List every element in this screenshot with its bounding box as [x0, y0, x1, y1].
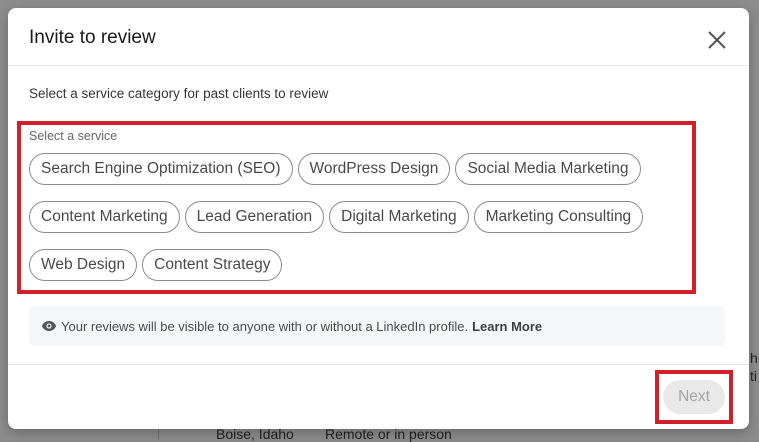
dialog-header: Invite to review	[8, 8, 749, 66]
dialog-title: Invite to review	[29, 27, 156, 48]
service-pill-marketing-consulting[interactable]: Marketing Consulting	[473, 201, 644, 233]
service-pill-web-design[interactable]: Web Design	[29, 249, 138, 281]
next-button[interactable]: Next	[663, 380, 725, 414]
service-pill-group: Search Engine Optimization (SEO) WordPre…	[29, 153, 689, 297]
background-divider	[158, 429, 159, 440]
service-pill-content-marketing[interactable]: Content Marketing	[29, 201, 180, 233]
service-pill-digital-marketing[interactable]: Digital Marketing	[329, 201, 469, 233]
dialog-footer	[8, 364, 749, 429]
pill-row: Content Marketing Lead Generation Digita…	[29, 201, 689, 233]
learn-more-link[interactable]: Learn More	[472, 319, 542, 334]
select-service-label: Select a service	[29, 129, 118, 143]
background-edge-text-1: h	[750, 350, 758, 366]
invite-to-review-dialog: Invite to review Select a service catego…	[8, 8, 749, 429]
service-pill-social-media-marketing[interactable]: Social Media Marketing	[455, 153, 641, 185]
close-button[interactable]	[702, 25, 732, 55]
service-pill-content-strategy[interactable]: Content Strategy	[142, 249, 283, 281]
service-pill-wordpress-design[interactable]: WordPress Design	[297, 153, 451, 185]
service-pill-lead-generation[interactable]: Lead Generation	[184, 201, 325, 233]
visibility-notice-text: Your reviews will be visible to anyone w…	[61, 318, 469, 334]
service-pill-seo[interactable]: Search Engine Optimization (SEO)	[29, 153, 293, 185]
close-icon	[708, 31, 726, 49]
pill-row: Search Engine Optimization (SEO) WordPre…	[29, 153, 689, 185]
visibility-notice: Your reviews will be visible to anyone w…	[29, 306, 725, 346]
background-edge-text-2: ti	[750, 368, 757, 384]
eye-icon	[42, 321, 56, 331]
dialog-instruction: Select a service category for past clien…	[29, 86, 329, 101]
pill-row: Web Design Content Strategy	[29, 249, 689, 281]
